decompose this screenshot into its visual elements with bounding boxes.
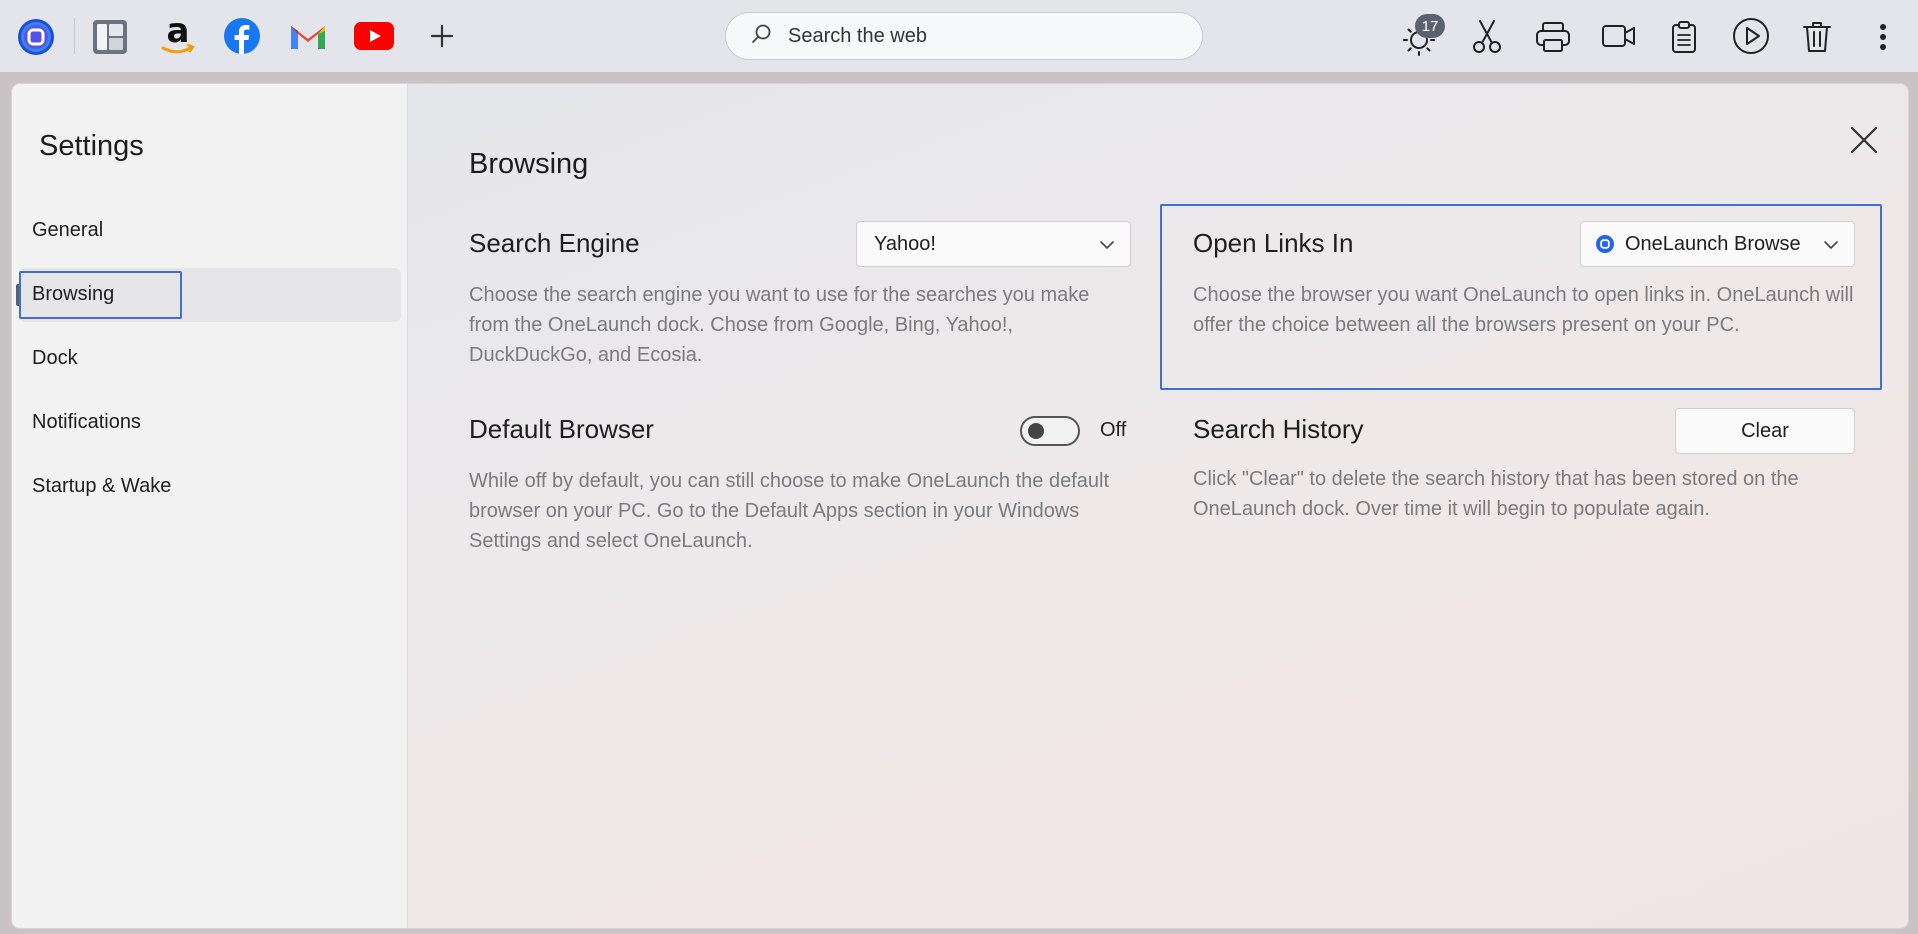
weather-badge: 17 (1415, 14, 1445, 38)
search-icon (750, 23, 772, 50)
sidebar-item-label: General (32, 218, 104, 241)
search-bar[interactable] (725, 12, 1203, 60)
close-icon (1850, 126, 1878, 154)
sidebar-item-notifications[interactable]: Notifications (32, 402, 141, 442)
sidebar-item-general[interactable]: General (32, 210, 103, 250)
sidebar-title: Settings (39, 130, 144, 162)
plus-icon[interactable] (428, 22, 456, 50)
search-engine-description: Choose the search engine you want to use… (469, 284, 1090, 366)
search-history-description: Click "Clear" to delete the search histo… (1193, 468, 1799, 520)
dock-separator (74, 18, 75, 54)
svg-text:a: a (167, 14, 190, 51)
sidebar-item-label: Notifications (32, 410, 141, 433)
sidebar-item-startup-wake[interactable]: Startup & Wake (32, 466, 171, 506)
amazon-icon[interactable]: a (156, 14, 200, 58)
sidebar-item-label: Startup & Wake (32, 474, 172, 497)
scissors-icon[interactable] (1470, 18, 1504, 56)
close-button[interactable] (1844, 120, 1884, 160)
open-links-focus-outline (1160, 204, 1882, 390)
page-title: Browsing (469, 148, 589, 180)
default-browser-toggle[interactable] (1020, 416, 1080, 446)
clear-history-button[interactable]: Clear (1675, 408, 1855, 454)
settings-sidebar: Settings General Browsing Dock Notificat… (12, 84, 408, 928)
onelaunch-icon[interactable] (17, 18, 55, 56)
settings-window: Settings General Browsing Dock Notificat… (12, 84, 1908, 928)
sidebar-focus-outline (19, 271, 182, 319)
more-icon[interactable] (1870, 18, 1896, 56)
search-engine-title: Search Engine (469, 228, 640, 258)
video-camera-icon[interactable] (1600, 20, 1638, 52)
chevron-down-icon (1098, 236, 1116, 260)
youtube-icon[interactable] (352, 20, 396, 52)
play-icon[interactable] (1731, 16, 1771, 56)
facebook-icon[interactable] (222, 16, 262, 56)
search-history-title: Search History (1193, 414, 1364, 444)
trash-icon[interactable] (1800, 18, 1834, 56)
search-engine-selected: Yahoo! (874, 232, 936, 255)
search-input[interactable] (788, 24, 1188, 48)
clipboard-icon[interactable] (1668, 18, 1700, 56)
toggle-knob (1028, 423, 1044, 439)
default-browser-title: Default Browser (469, 414, 654, 444)
printer-icon[interactable] (1533, 20, 1573, 54)
search-engine-select[interactable]: Yahoo! (856, 221, 1131, 267)
default-browser-toggle-label: Off (1100, 419, 1127, 441)
gmail-icon[interactable] (286, 18, 330, 56)
sidebar-item-label: Dock (32, 346, 78, 369)
top-dock: a Search the web 17 (0, 0, 1918, 72)
default-browser-description: While off by default, you can still choo… (469, 470, 1110, 552)
sidebar-item-dock[interactable]: Dock (32, 338, 78, 378)
folder-icon[interactable] (91, 18, 129, 56)
